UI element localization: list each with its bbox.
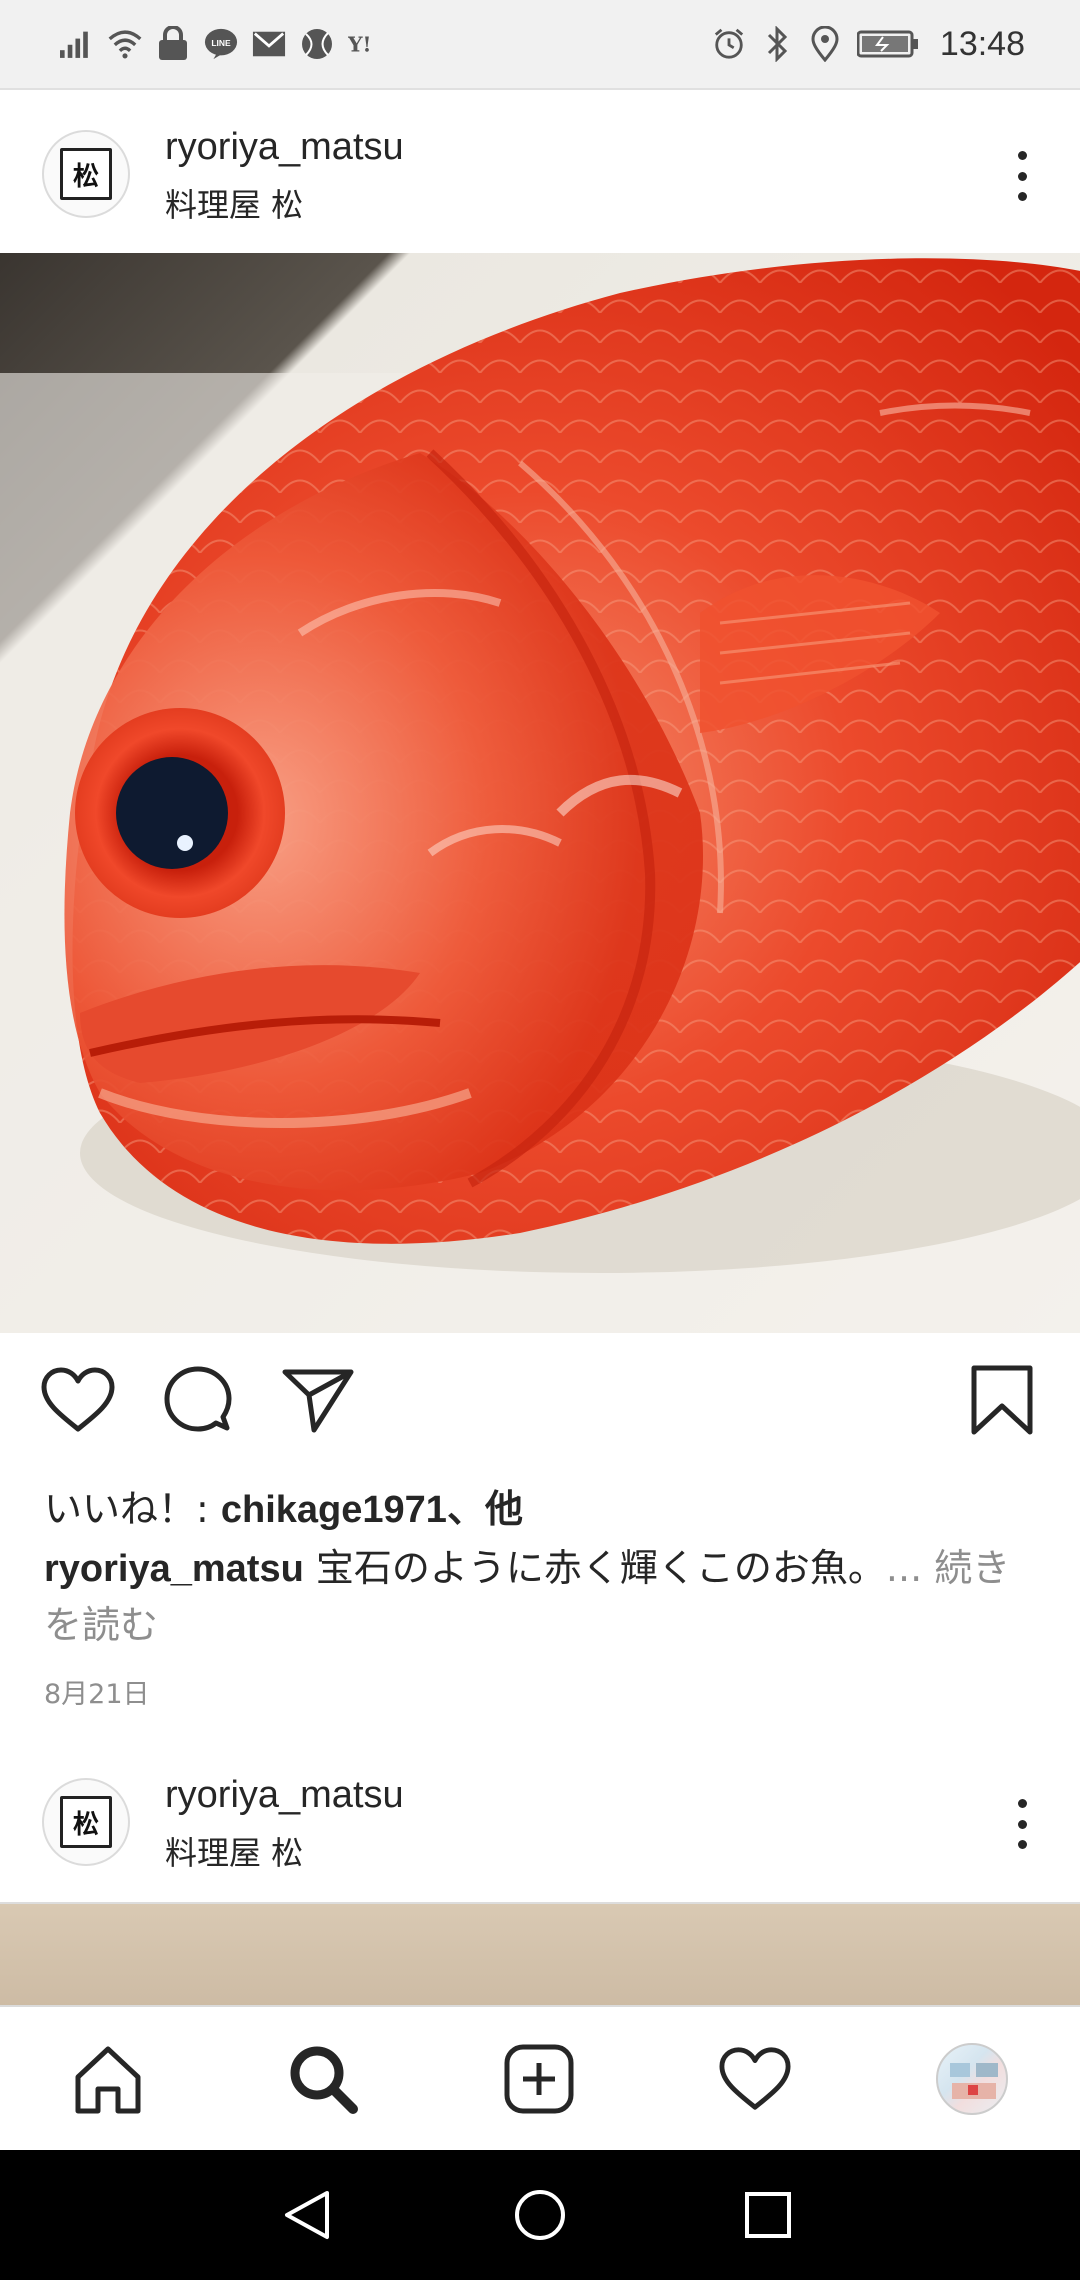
location-icon — [808, 24, 842, 64]
post-date: 8月21日 — [44, 1679, 150, 1710]
caption-username[interactable]: ryoriya_matsu — [44, 1548, 304, 1590]
status-bar: LINE Y! 13:48 — [0, 0, 1080, 90]
avatar[interactable]: 松 — [42, 1778, 130, 1866]
bluetooth-icon — [760, 24, 794, 64]
svg-text:Y!: Y! — [348, 33, 372, 57]
post-location[interactable]: 料理屋 松 — [165, 1828, 303, 1874]
bottom-nav — [0, 2005, 1080, 2150]
avatar-logo: 松 — [60, 1796, 112, 1848]
likes-prefix: いいね！: — [44, 1487, 221, 1531]
post-image-2[interactable] — [0, 1902, 1080, 2007]
profile-avatar[interactable] — [932, 2039, 1012, 2119]
comment-icon[interactable] — [158, 1360, 238, 1440]
caption: ryoriya_matsu 宝石のように赤く輝くこのお魚。... 続きを読む — [44, 1540, 1044, 1653]
search-icon[interactable] — [283, 2039, 363, 2119]
likes-suffix[interactable]: 、他 — [447, 1489, 523, 1531]
home-circle-icon[interactable] — [505, 2180, 575, 2250]
mail-icon — [252, 24, 286, 64]
avatar-logo: 松 — [60, 148, 112, 200]
alarm-icon — [712, 24, 746, 64]
clock-time: 13:48 — [939, 24, 1025, 63]
bookmark-icon[interactable] — [962, 1360, 1042, 1440]
post-image[interactable] — [0, 253, 1080, 1333]
recents-square-icon[interactable] — [733, 2180, 803, 2250]
line-icon: LINE — [204, 24, 238, 64]
post-header: 松 ryoriya_matsu 料理屋 松 — [0, 92, 1080, 254]
likes-text[interactable]: いいね！: chikage1971、他 — [44, 1478, 523, 1533]
home-icon[interactable] — [68, 2039, 148, 2119]
post-username[interactable]: ryoriya_matsu — [165, 1774, 404, 1817]
system-navigation-bar — [0, 2150, 1080, 2280]
more-options-icon[interactable] — [1014, 1799, 1030, 1849]
new-post-icon[interactable] — [499, 2039, 579, 2119]
activity-heart-icon[interactable] — [715, 2039, 795, 2119]
back-icon[interactable] — [272, 2180, 342, 2250]
share-send-icon[interactable] — [278, 1360, 358, 1440]
avatar[interactable]: 松 — [42, 130, 130, 218]
more-options-icon[interactable] — [1014, 151, 1030, 201]
vpn-lock-icon — [156, 24, 190, 64]
profile-thumbnail — [936, 2043, 1008, 2115]
ball-icon — [300, 24, 334, 64]
svg-text:LINE: LINE — [211, 38, 231, 48]
caption-text: 宝石のように赤く輝くこのお魚。 — [303, 1546, 886, 1590]
post-location[interactable]: 料理屋 松 — [165, 180, 303, 226]
post-actions — [0, 1360, 1080, 1440]
wifi-icon — [108, 24, 142, 64]
post-username[interactable]: ryoriya_matsu — [165, 126, 404, 169]
signal-icon — [60, 24, 94, 64]
like-heart-icon[interactable] — [38, 1360, 118, 1440]
battery-icon — [856, 24, 920, 64]
likes-user[interactable]: chikage1971 — [221, 1489, 447, 1531]
yahoo-icon: Y! — [348, 24, 382, 64]
post-header-2: 松 ryoriya_matsu 料理屋 松 — [0, 1740, 1080, 1902]
